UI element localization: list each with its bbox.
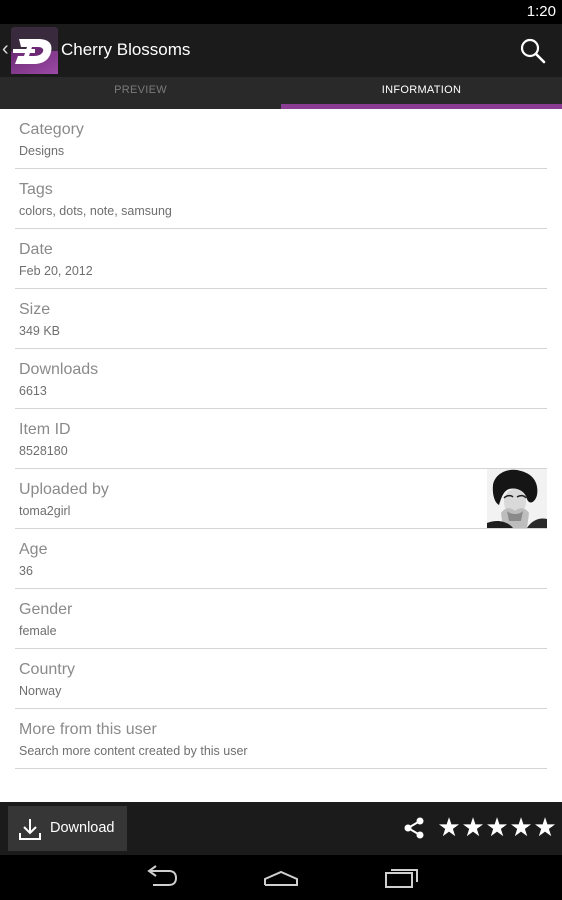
detail-label: Uploaded by xyxy=(19,481,109,498)
detail-label: Category xyxy=(19,121,84,138)
app-logo[interactable] xyxy=(11,27,58,74)
detail-value: Norway xyxy=(19,684,62,698)
download-icon xyxy=(18,817,42,841)
status-bar: 1:20 xyxy=(0,0,562,24)
detail-label: Date xyxy=(19,241,53,258)
detail-row-country: Country Norway xyxy=(15,649,547,709)
download-button[interactable]: Download xyxy=(8,806,127,851)
star-icon[interactable]: ★ xyxy=(533,812,557,842)
detail-row-age: Age 36 xyxy=(15,529,547,589)
detail-row-tags: Tags colors, dots, note, samsung xyxy=(15,169,547,229)
detail-row-item-id: Item ID 8528180 xyxy=(15,409,547,469)
chevron-left-icon[interactable]: ‹ xyxy=(2,38,9,60)
detail-value: Feb 20, 2012 xyxy=(19,264,93,278)
more-from-user-link[interactable]: More from this user Search more content … xyxy=(15,709,547,769)
detail-row-size: Size 349 KB xyxy=(15,289,547,349)
detail-row-category: Category Designs xyxy=(15,109,547,169)
detail-value: 8528180 xyxy=(19,444,68,458)
detail-label: Size xyxy=(19,301,51,318)
system-nav-bar xyxy=(0,855,562,900)
detail-value: Search more content created by this user xyxy=(19,744,248,758)
download-label: Download xyxy=(50,820,115,836)
star-icon[interactable]: ★ xyxy=(485,812,509,842)
tab-preview[interactable]: PREVIEW xyxy=(0,77,281,109)
star-rating[interactable]: ★★★★★ xyxy=(437,812,557,842)
information-list: Category Designs Tags colors, dots, note… xyxy=(0,109,562,802)
star-icon[interactable]: ★ xyxy=(461,812,485,842)
detail-value: Designs xyxy=(19,144,65,158)
detail-label: Item ID xyxy=(19,421,71,438)
back-arrow-icon[interactable] xyxy=(141,863,181,891)
detail-label: Age xyxy=(19,541,48,558)
detail-value: 349 KB xyxy=(19,324,61,338)
detail-label: Gender xyxy=(19,601,73,618)
share-icon[interactable] xyxy=(402,816,426,840)
detail-value: colors, dots, note, samsung xyxy=(19,204,172,218)
detail-label: Downloads xyxy=(19,361,99,378)
status-time: 1:20 xyxy=(526,3,556,20)
detail-value: toma2girl xyxy=(19,504,71,518)
detail-row-uploaded-by[interactable]: Uploaded by toma2girl xyxy=(15,469,547,529)
star-icon[interactable]: ★ xyxy=(509,812,533,842)
detail-label: Tags xyxy=(19,181,53,198)
detail-label: Country xyxy=(19,661,76,678)
detail-value: 36 xyxy=(19,564,33,578)
detail-row-gender: Gender female xyxy=(15,589,547,649)
star-icon[interactable]: ★ xyxy=(437,812,461,842)
detail-value: female xyxy=(19,624,57,638)
home-icon[interactable] xyxy=(261,863,301,891)
page-title: Cherry Blossoms xyxy=(61,40,191,59)
search-icon[interactable] xyxy=(518,36,548,66)
action-bar: ‹ Cherry Blossoms xyxy=(0,24,562,77)
detail-label: More from this user xyxy=(19,721,157,738)
recents-icon[interactable] xyxy=(382,863,422,891)
bottom-action-bar: Download ★★★★★ xyxy=(0,802,562,855)
uploader-avatar[interactable] xyxy=(487,469,547,528)
detail-row-downloads: Downloads 6613 xyxy=(15,349,547,409)
detail-value: 6613 xyxy=(19,384,47,398)
tab-bar: PREVIEW INFORMATION xyxy=(0,77,562,109)
detail-row-date: Date Feb 20, 2012 xyxy=(15,229,547,289)
